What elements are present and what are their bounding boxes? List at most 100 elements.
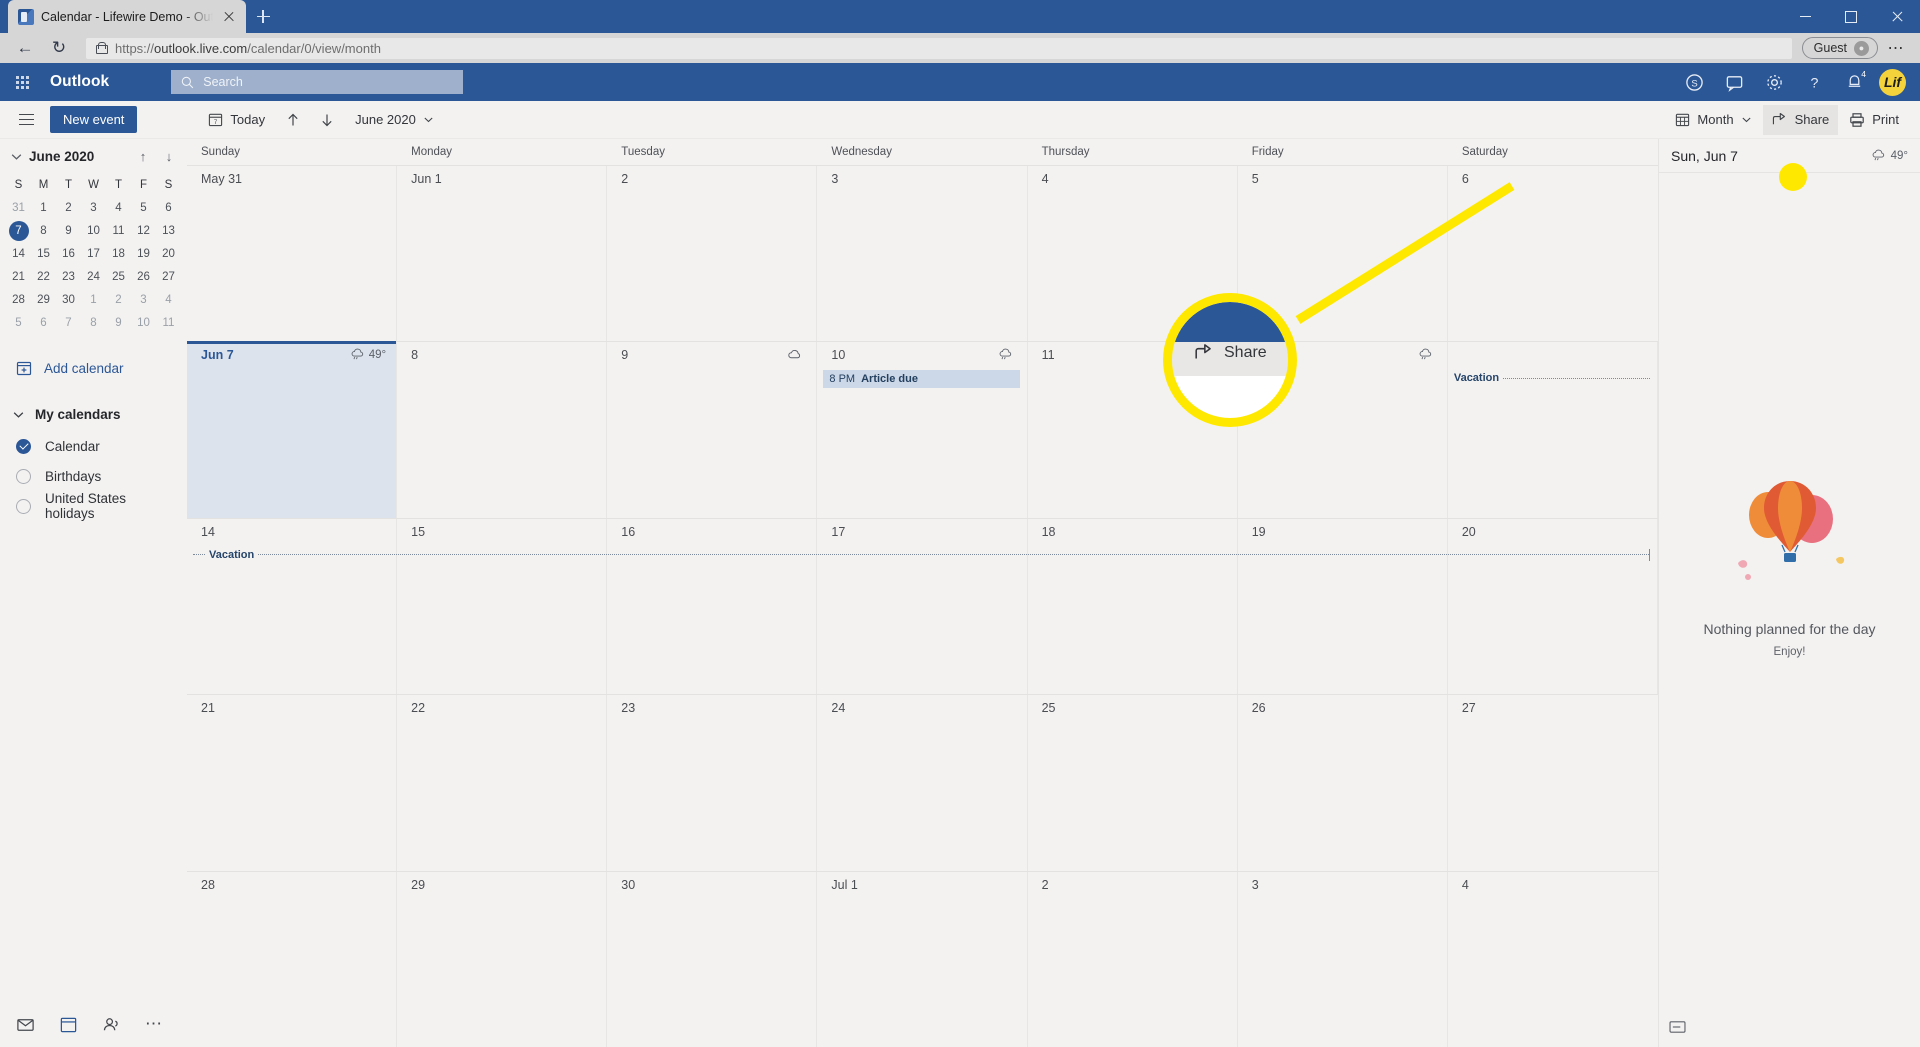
mini-cal-day[interactable]: 17 — [81, 244, 106, 264]
mini-cal-day[interactable]: 21 — [6, 267, 31, 287]
day-cell[interactable]: 8 — [397, 342, 608, 518]
mini-cal-day[interactable]: 25 — [106, 267, 131, 287]
day-cell[interactable]: 17 — [817, 518, 1028, 695]
day-cell[interactable]: 3 — [817, 166, 1028, 342]
mini-cal-day[interactable]: 9 — [56, 221, 81, 241]
plus-icon[interactable] — [246, 0, 280, 33]
sidebar-item-calendar[interactable]: Calendar — [0, 431, 187, 461]
chevron-down-icon[interactable] — [10, 150, 23, 163]
day-cell[interactable]: Jun 7 49° — [187, 341, 398, 518]
user-avatar[interactable]: Lif — [1879, 68, 1906, 96]
day-cell[interactable]: 6 — [1448, 166, 1658, 341]
checkbox-unchecked-icon[interactable] — [16, 498, 31, 514]
day-cell[interactable]: 29 — [397, 871, 608, 1047]
mini-cal-day[interactable]: 30 — [56, 290, 81, 310]
day-cell[interactable]: 23 — [607, 695, 818, 871]
day-cell[interactable]: 25 — [1028, 695, 1238, 871]
help-icon[interactable]: ? — [1795, 63, 1833, 101]
mail-icon[interactable] — [16, 1015, 35, 1034]
mini-cal-day[interactable]: 13 — [156, 221, 181, 241]
mini-cal-day[interactable]: 6 — [156, 198, 181, 218]
mini-cal-day[interactable]: 5 — [6, 313, 31, 333]
view-selector[interactable]: Month — [1666, 105, 1760, 135]
day-cell[interactable] — [1448, 342, 1658, 518]
calendar-event[interactable]: 8 PM Article due — [823, 370, 1020, 389]
sidebar-item-us-holidays[interactable]: United States holidays — [0, 491, 187, 521]
teams-chat-icon[interactable] — [1715, 63, 1753, 101]
mini-calendar-grid[interactable]: S M T W T F S 31 1 2 3 4 5 6 7 8 9 10 11 12 13 14 15 16 17 18 19 20… — [0, 173, 187, 333]
minimize-icon[interactable] — [1782, 0, 1828, 33]
day-cell[interactable]: May 31 — [187, 166, 398, 342]
mini-cal-day[interactable]: 5 — [131, 198, 156, 218]
day-cell[interactable]: 15 — [397, 518, 608, 695]
day-cell[interactable]: Jun 1 — [397, 166, 608, 342]
mini-cal-day[interactable]: 24 — [81, 267, 106, 287]
mini-cal-day[interactable]: 8 — [31, 221, 56, 241]
mini-cal-day[interactable]: 2 — [56, 198, 81, 218]
day-cell[interactable]: 9 — [607, 342, 818, 518]
arrow-down-icon[interactable] — [312, 105, 342, 135]
mini-cal-day[interactable]: 31 — [6, 198, 31, 218]
hamburger-icon[interactable] — [6, 101, 46, 139]
day-cell[interactable]: 26 — [1238, 695, 1448, 871]
all-day-event[interactable]: Vacation — [1454, 370, 1650, 386]
notifications-icon[interactable]: 4 — [1835, 63, 1873, 101]
day-cell[interactable]: 20 — [1448, 518, 1658, 695]
mini-cal-day[interactable]: 4 — [106, 198, 131, 218]
mini-cal-day[interactable]: 15 — [31, 244, 56, 264]
mini-cal-day[interactable]: 27 — [156, 267, 181, 287]
profile-button[interactable]: Guest ● — [1801, 37, 1878, 59]
mini-cal-day[interactable]: 28 — [6, 290, 31, 310]
settings-gear-icon[interactable] — [1755, 63, 1793, 101]
day-cell[interactable]: 28 — [187, 871, 398, 1047]
day-cell[interactable]: 4 — [1028, 166, 1238, 342]
mini-cal-day[interactable]: 23 — [56, 267, 81, 287]
new-event-button[interactable]: New event — [50, 106, 138, 133]
day-cell[interactable]: 19 — [1238, 518, 1448, 695]
arrow-left-icon[interactable]: ← — [10, 35, 40, 61]
mini-cal-day[interactable]: 1 — [31, 198, 56, 218]
arrow-down-icon[interactable]: ↓ — [159, 146, 179, 166]
mini-cal-day[interactable]: 26 — [131, 267, 156, 287]
day-cell[interactable]: Jul 1 — [817, 871, 1028, 1047]
mini-cal-day[interactable]: 12 — [131, 221, 156, 241]
mini-cal-day[interactable]: 3 — [131, 290, 156, 310]
day-cell[interactable]: 21 — [187, 695, 398, 871]
mini-cal-day[interactable]: 6 — [31, 313, 56, 333]
mini-cal-day[interactable]: 4 — [156, 290, 181, 310]
calendar-icon[interactable] — [59, 1015, 78, 1034]
mini-cal-day[interactable]: 16 — [56, 244, 81, 264]
day-cell[interactable]: 12 — [1238, 342, 1448, 518]
mini-cal-day[interactable]: 11 — [156, 313, 181, 333]
mini-cal-day[interactable]: 1 — [81, 290, 106, 310]
day-cell[interactable]: 2 — [1028, 871, 1238, 1047]
day-cell[interactable]: 5 — [1238, 166, 1448, 342]
arrow-up-icon[interactable]: ↑ — [133, 146, 153, 166]
more-apps-icon[interactable]: ⋯ — [145, 1014, 163, 1034]
mini-cal-day[interactable]: 19 — [131, 244, 156, 264]
maximize-icon[interactable] — [1828, 0, 1874, 33]
mini-cal-day[interactable]: 9 — [106, 313, 131, 333]
ellipsis-icon[interactable]: ⋯ — [1882, 35, 1910, 61]
app-launcher-icon[interactable] — [4, 63, 40, 101]
close-icon[interactable] — [1874, 0, 1920, 33]
period-selector[interactable]: June 2020 — [346, 105, 443, 135]
skype-icon[interactable]: S — [1675, 63, 1713, 101]
day-cell[interactable]: 14 — [187, 518, 398, 695]
day-cell[interactable]: 10 — [817, 342, 1028, 518]
search-input[interactable]: Search — [171, 70, 464, 94]
checkbox-unchecked-icon[interactable] — [16, 468, 31, 484]
checkbox-checked-icon[interactable] — [16, 438, 31, 454]
mini-cal-day[interactable]: 18 — [106, 244, 131, 264]
mini-cal-day[interactable]: 20 — [156, 244, 181, 264]
mini-cal-day[interactable]: 29 — [31, 290, 56, 310]
arrow-up-icon[interactable] — [278, 105, 308, 135]
mini-cal-day[interactable]: 2 — [106, 290, 131, 310]
day-cell[interactable]: 3 — [1238, 871, 1448, 1047]
my-calendars-header[interactable]: My calendars — [0, 397, 187, 431]
mini-cal-day[interactable]: 7 — [6, 221, 31, 241]
share-button[interactable]: Share — [1762, 104, 1839, 135]
day-cell[interactable]: 16 — [607, 518, 818, 695]
address-bar[interactable]: https://outlook.live.com/calendar/0/view… — [86, 37, 1792, 59]
day-cell[interactable]: 2 — [607, 166, 818, 342]
